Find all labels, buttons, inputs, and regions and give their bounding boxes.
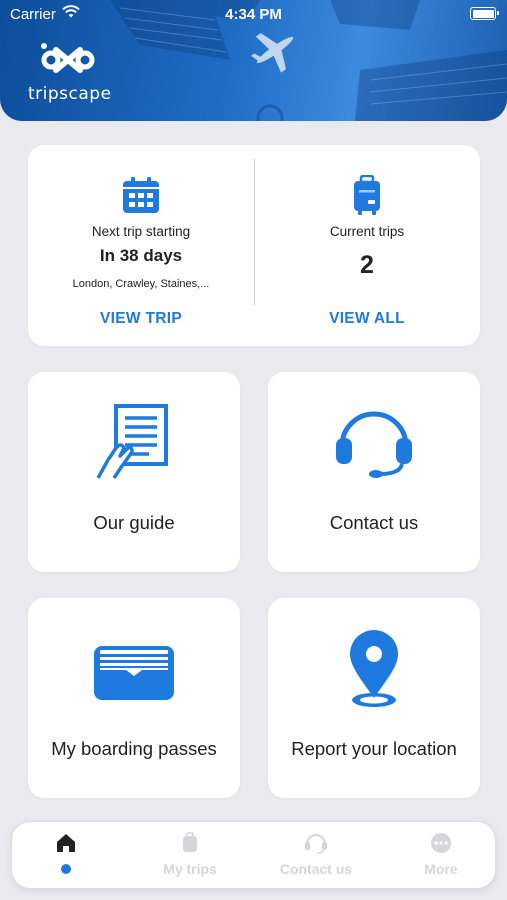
our-guide-tile[interactable]: Our guide — [28, 372, 240, 572]
tripscape-logo: tripscape — [28, 40, 112, 110]
tab-my-trips[interactable]: My trips — [130, 822, 250, 888]
next-trip-section: Next trip starting In 38 days London, Cr… — [28, 145, 254, 346]
tab-contact-us[interactable]: Contact us — [256, 822, 376, 888]
tab-my-trips-label: My trips — [163, 861, 217, 877]
status-bar: Carrier 4:34 PM — [0, 0, 507, 28]
headset-icon — [256, 832, 376, 854]
logo-mark-icon — [41, 43, 95, 73]
trips-summary-card: Next trip starting In 38 days London, Cr… — [28, 145, 480, 346]
current-trips-section: Current trips 2 VIEW ALL — [254, 145, 480, 346]
tab-contact-us-label: Contact us — [279, 861, 353, 877]
battery-icon — [470, 7, 499, 20]
current-trips-label: Current trips — [329, 224, 405, 239]
header-banner: Carrier 4:34 PM tripscape — [0, 0, 507, 121]
boarding-passes-tile[interactable]: My boarding passes — [28, 598, 240, 798]
bottom-tab-bar: My trips Contact us More — [12, 822, 495, 888]
contact-us-tile[interactable]: Contact us — [268, 372, 480, 572]
next-trip-places: London, Crawley, Staines,... — [72, 278, 210, 290]
view-all-button[interactable]: VIEW ALL — [254, 310, 480, 328]
clock-time: 4:34 PM — [225, 6, 282, 23]
logo-wordmark: tripscape — [28, 84, 112, 104]
report-location-tile[interactable]: Report your location — [268, 598, 480, 798]
tab-more[interactable]: More — [381, 822, 501, 888]
location-pin-icon — [268, 628, 480, 710]
active-tab-indicator — [61, 864, 71, 874]
headset-icon — [268, 402, 480, 482]
calendar-icon — [28, 175, 254, 215]
next-trip-countdown: In 38 days — [99, 246, 183, 265]
boarding-pass-wallet-icon — [28, 628, 240, 706]
suitcase-icon — [254, 175, 480, 217]
guide-document-icon — [28, 402, 240, 482]
boarding-passes-label: My boarding passes — [51, 738, 217, 759]
home-icon — [6, 832, 126, 854]
our-guide-label: Our guide — [93, 512, 175, 533]
contact-us-label: Contact us — [329, 512, 419, 533]
tab-more-label: More — [424, 861, 458, 877]
tab-home[interactable] — [6, 822, 126, 888]
next-trip-label: Next trip starting — [91, 224, 191, 239]
report-location-label: Report your location — [291, 738, 457, 759]
suitcase-icon — [130, 832, 250, 854]
more-icon — [381, 832, 501, 854]
current-trips-count: 2 — [360, 251, 374, 279]
view-trip-button[interactable]: VIEW TRIP — [28, 310, 254, 328]
